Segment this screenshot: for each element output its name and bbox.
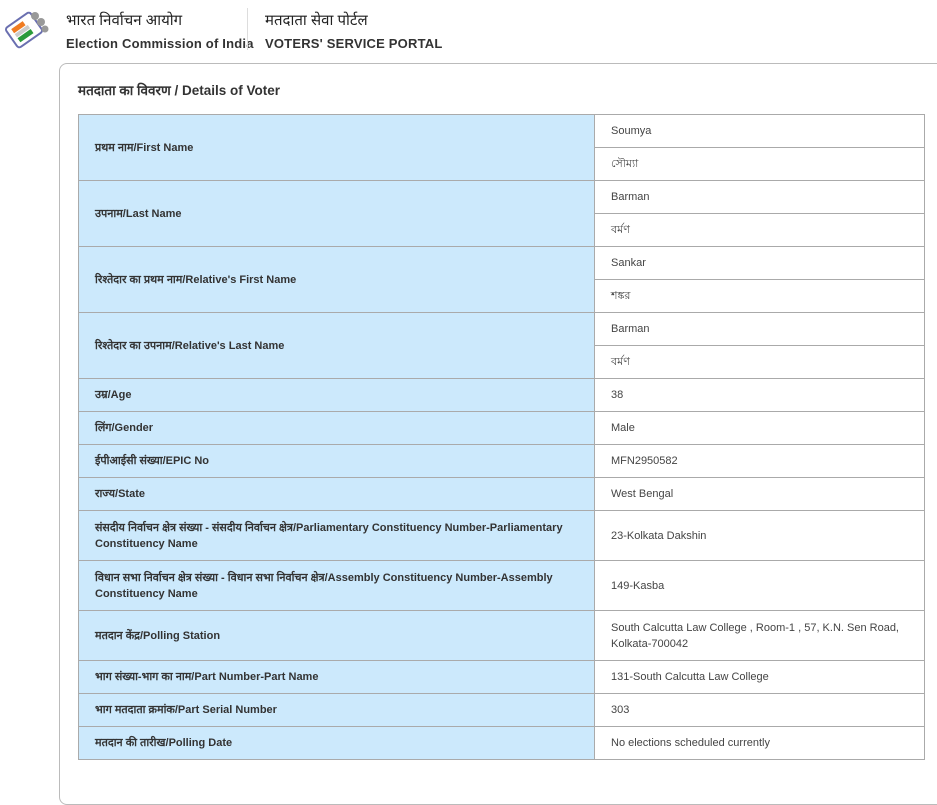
section-title: मतदाता का विवरण / Details of Voter (78, 83, 281, 98)
table-row: उपनाम/Last Name Barman (78, 180, 925, 247)
row-value: সৌম্যা (594, 147, 925, 181)
row-label: विधान सभा निर्वाचन क्षेत्र संख्या - विधा… (78, 560, 595, 611)
row-value: 149-Kasba (594, 560, 925, 611)
row-value: 38 (594, 378, 925, 412)
eci-header: भारत निर्वाचन आयोग Election Commission o… (66, 10, 254, 51)
row-value: West Bengal (594, 477, 925, 511)
row-label: भाग संख्या-भाग का नाम/Part Number-Part N… (78, 660, 595, 694)
row-value: বর্মণ (594, 213, 925, 247)
table-row: लिंग/Gender Male (78, 411, 925, 445)
row-value: Barman (594, 312, 925, 346)
portal-english: VOTERS' SERVICE PORTAL (265, 36, 443, 51)
row-label: प्रथम नाम/First Name (78, 114, 595, 181)
table-row: रिश्तेदार का उपनाम/Relative's Last Name B… (78, 312, 925, 379)
row-label: उम्र/Age (78, 378, 595, 412)
row-value: 303 (594, 693, 925, 727)
row-label: ईपीआईसी संख्या/EPIC No (78, 444, 595, 478)
portal-header: मतदाता सेवा पोर्टल VOTERS' SERVICE PORTA… (265, 10, 442, 51)
row-value: Soumya (594, 114, 925, 148)
row-value: Male (594, 411, 925, 445)
row-value: MFN2950582 (594, 444, 925, 478)
row-value: 23-Kolkata Dakshin (594, 510, 925, 561)
voter-details-table: प्रथम नाम/First Name Soumya সৌম্যা उपनाम/… (78, 114, 925, 760)
table-row: मतदान केंद्र/Polling Station South Calcut… (78, 610, 925, 661)
table-row: विधान सभा निर्वाचन क्षेत्र संख्या - विधा… (78, 560, 925, 611)
row-label: मतदान की तारीख/Polling Date (78, 726, 595, 760)
table-row: उम्र/Age 38 (78, 378, 925, 412)
table-row: मतदान की तारीख/Polling Date No elections … (78, 726, 925, 760)
row-label: राज्य/State (78, 477, 595, 511)
row-value: No elections scheduled currently (594, 726, 925, 760)
row-label: लिंग/Gender (78, 411, 595, 445)
portal-hindi: मतदाता सेवा पोर्टल (265, 12, 368, 29)
table-row: राज्य/State West Bengal (78, 477, 925, 511)
table-row: रिश्तेदार का प्रथम नाम/Relative's First … (78, 246, 925, 313)
row-value: South Calcutta Law College , Room-1 , 57… (594, 610, 925, 661)
row-label: भाग मतदाता क्रमांक/Part Serial Number (78, 693, 595, 727)
row-value: বর্মণ (594, 345, 925, 379)
org-english: Election Commission of India (66, 36, 254, 51)
table-row: ईपीआईसी संख्या/EPIC No MFN2950582 (78, 444, 925, 478)
row-value: Sankar (594, 246, 925, 280)
table-row: भाग संख्या-भाग का नाम/Part Number-Part N… (78, 660, 925, 694)
table-row: भाग मतदाता क्रमांक/Part Serial Number 303 (78, 693, 925, 727)
row-value: Barman (594, 180, 925, 214)
header-divider (247, 8, 248, 50)
row-value: শঙ্কর (594, 279, 925, 313)
table-row: प्रथम नाम/First Name Soumya (78, 114, 925, 181)
row-label: मतदान केंद्र/Polling Station (78, 610, 595, 661)
row-value: 131-South Calcutta Law College (594, 660, 925, 694)
org-hindi: भारत निर्वाचन आयोग (66, 12, 183, 29)
eci-logo-icon (5, 8, 49, 50)
row-label: संसदीय निर्वाचन क्षेत्र संख्या - संसदीय … (78, 510, 595, 561)
row-label: उपनाम/Last Name (78, 180, 595, 247)
row-label: रिश्तेदार का उपनाम/Relative's Last Name (78, 312, 595, 379)
table-row: संसदीय निर्वाचन क्षेत्र संख्या - संसदीय … (78, 510, 925, 561)
row-label: रिश्तेदार का प्रथम नाम/Relative's First … (78, 246, 595, 313)
